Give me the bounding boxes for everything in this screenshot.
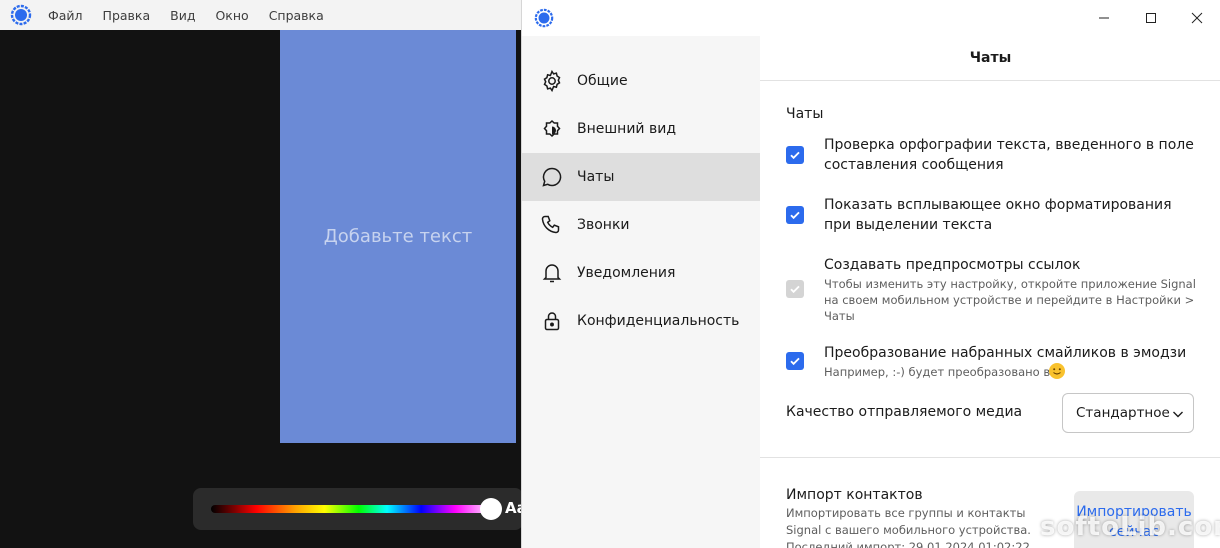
checkmark-icon (790, 211, 800, 220)
sidebar-item-label: Уведомления (577, 265, 676, 281)
format-popup-checkbox[interactable] (786, 206, 804, 224)
media-quality-select[interactable]: Стандартное (1062, 393, 1194, 433)
maximize-icon (1146, 13, 1156, 23)
story-placeholder: Добавьте текст (323, 226, 473, 247)
minimize-button[interactable] (1081, 0, 1127, 36)
link-previews-checkbox (786, 280, 804, 298)
watermark: softoLib.com (1040, 512, 1220, 542)
option-label: Создавать предпросмотры ссылок (824, 257, 1081, 273)
sidebar-item-appearance[interactable]: Внешний вид (522, 105, 760, 153)
gear-icon (543, 69, 561, 93)
bell-icon (542, 264, 562, 283)
text-color-toolbar: Aa (193, 488, 527, 530)
spellcheck-checkbox[interactable] (786, 146, 804, 164)
close-button[interactable] (1174, 0, 1220, 36)
smiley-emoji-icon (1049, 363, 1065, 379)
page-title: Чаты (969, 50, 1012, 66)
checkmark-icon (790, 357, 800, 366)
checkmark-icon (790, 151, 800, 160)
last-import-text: Последний импорт: 29.01.2024 01:02:22 (786, 540, 1030, 548)
menu-file[interactable]: Файл (48, 8, 83, 23)
sidebar-item-chats[interactable]: Чаты (522, 153, 760, 201)
settings-titlebar (522, 0, 1220, 36)
appearance-icon (543, 119, 561, 138)
phone-icon (541, 215, 560, 234)
menu-view[interactable]: Вид (170, 8, 195, 23)
import-contacts-title: Импорт контактов (786, 487, 923, 503)
format-popup-option: Показать всплывающее окно форматирования… (786, 195, 1196, 239)
media-quality-label: Качество отправляемого медиа (786, 404, 1023, 420)
sidebar-item-notifications[interactable]: Уведомления (522, 249, 760, 297)
spellcheck-option: Проверка орфографии текста, введенного в… (786, 135, 1196, 179)
import-contacts-description: Импортировать все группы и контакты Sign… (786, 505, 1036, 548)
color-slider[interactable] (211, 505, 495, 513)
option-label: Преобразование набранных смайликов в эмо… (824, 345, 1187, 361)
checkmark-icon (790, 285, 800, 294)
emoji-convert-option: Преобразование набранных смайликов в эмо… (786, 343, 1196, 383)
option-label: Показать всплывающее окно форматирования… (824, 197, 1172, 233)
option-label: Проверка орфографии текста, введенного в… (824, 137, 1194, 173)
sidebar-item-label: Конфиденциальность (577, 313, 740, 329)
maximize-button[interactable] (1128, 0, 1174, 36)
settings-sidebar: Общие Внешний вид Чаты Звонки Уведомлени… (522, 36, 760, 548)
select-value: Стандартное (1076, 405, 1170, 421)
sidebar-item-general[interactable]: Общие (522, 57, 760, 105)
minimize-icon (1099, 17, 1109, 19)
emoji-convert-checkbox[interactable] (786, 352, 804, 370)
menu-help[interactable]: Справка (269, 8, 324, 23)
sidebar-item-label: Чаты (577, 169, 615, 185)
sidebar-item-label: Общие (577, 73, 628, 89)
panel-header: Чаты (760, 36, 1220, 81)
sidebar-item-calls[interactable]: Звонки (522, 201, 760, 249)
chat-icon (542, 167, 562, 187)
color-slider-handle[interactable] (480, 498, 502, 520)
menu-window[interactable]: Окно (215, 8, 248, 23)
section-title: Чаты (786, 106, 824, 122)
menu-bar: Файл Правка Вид Окно Справка (48, 0, 344, 30)
story-text-canvas[interactable]: Добавьте текст (280, 30, 516, 443)
section-divider (760, 457, 1220, 458)
option-description: Например, :-) будет преобразовано в (824, 365, 1051, 379)
import-desc-text: Импортировать все группы и контакты Sign… (786, 506, 1031, 537)
sidebar-item-label: Звонки (577, 217, 630, 233)
chats-settings-panel: Чаты Чаты Проверка орфографии текста, вв… (760, 36, 1220, 548)
signal-logo-icon (534, 8, 554, 28)
sidebar-item-privacy[interactable]: Конфиденциальность (522, 297, 760, 345)
sidebar-item-label: Внешний вид (577, 121, 677, 137)
chevron-down-icon (1173, 411, 1183, 418)
lock-icon (544, 312, 560, 331)
settings-window: Общие Внешний вид Чаты Звонки Уведомлени… (521, 0, 1220, 548)
link-previews-option: Создавать предпросмотры ссылок Чтобы изм… (786, 255, 1196, 325)
menu-edit[interactable]: Правка (103, 8, 151, 23)
signal-logo-icon (10, 4, 32, 26)
option-description: Чтобы изменить эту настройку, откройте п… (824, 277, 1196, 323)
close-icon (1191, 12, 1203, 24)
